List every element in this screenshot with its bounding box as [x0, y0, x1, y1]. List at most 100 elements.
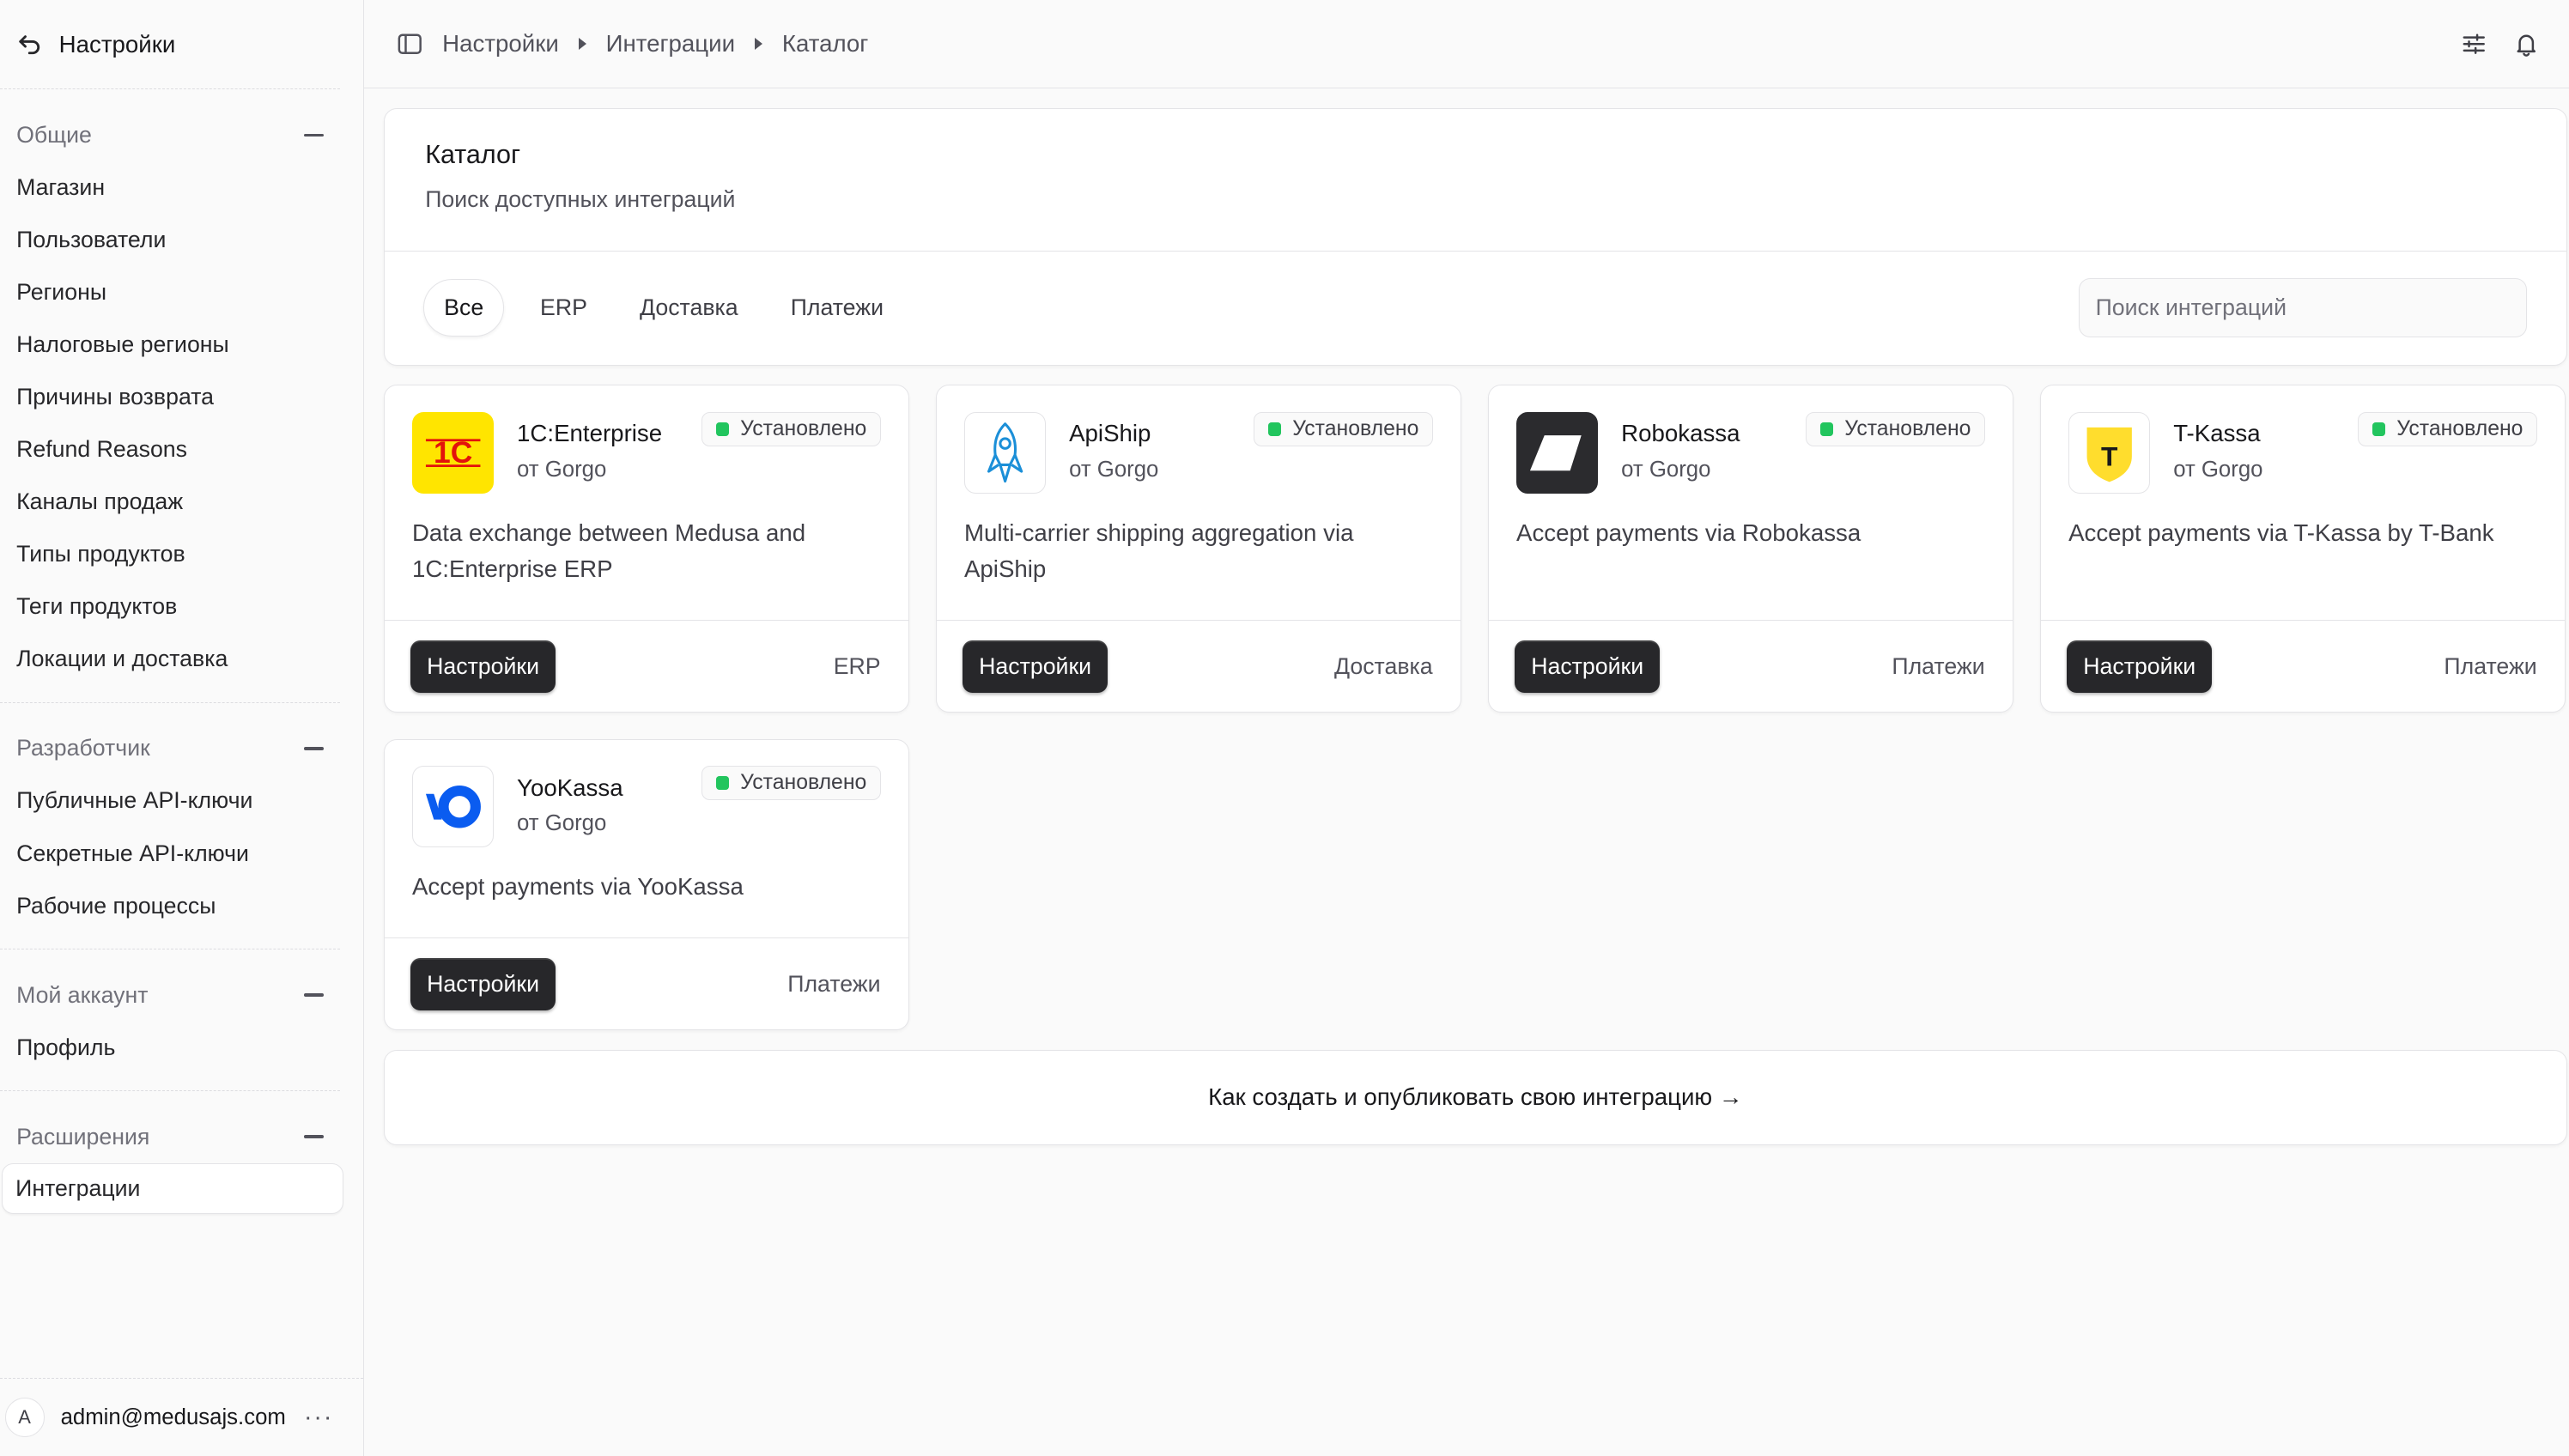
integration-name: ApiShip [1069, 420, 1151, 447]
integration-category: ERP [833, 652, 881, 679]
sidebar-item-store[interactable]: Магазин [0, 161, 363, 214]
integration-description: Accept payments via T-Kassa by T-Bank [2068, 519, 2494, 547]
integration-name: 1C:Enterprise [517, 420, 663, 447]
tab-erp[interactable]: ERP [514, 282, 614, 335]
sidebar-item-product-types[interactable]: Типы продуктов [0, 528, 363, 580]
sidebar-item-product-tags[interactable]: Теги продуктов [0, 580, 363, 633]
collapse-icon[interactable] [303, 993, 324, 997]
integration-card-robokassa[interactable]: Robokassa от Gorgo Установлено Accept pa… [1487, 385, 2014, 713]
integration-description: Data exchange between Medusa and 1C:Ente… [411, 519, 806, 583]
section-header-extensions[interactable]: Расширения [0, 1111, 363, 1163]
integration-category: Платежи [787, 970, 881, 997]
tkassa-logo: T [2068, 411, 2151, 494]
sidebar-item-refund-reasons[interactable]: Refund Reasons [0, 423, 363, 476]
section-title: Мой аккаунт [16, 981, 149, 1008]
integration-description: Multi-carrier shipping aggregation via A… [963, 519, 1354, 583]
status-badge: Установлено [2358, 411, 2537, 446]
how-to-publish-link[interactable]: Как создать и опубликовать свою интеграц… [383, 1050, 2568, 1145]
status-badge: Установлено [701, 766, 881, 801]
tab-all[interactable]: Все [423, 279, 505, 337]
sidebar-item-integrations[interactable]: Интеграции [1, 1162, 343, 1214]
topbar: Настройки Интеграции Каталог [363, 0, 2569, 89]
status-badge: Установлено [1806, 411, 1985, 446]
section-header-general[interactable]: Общие [0, 109, 363, 161]
settings-button[interactable]: Настройки [410, 640, 556, 693]
collapse-icon[interactable] [303, 747, 324, 750]
breadcrumb-catalog: Каталог [781, 30, 869, 58]
sidebar-item-tax-regions[interactable]: Налоговые регионы [0, 318, 363, 371]
catalog-header-card: Каталог Поиск доступных интеграций Все E… [383, 107, 2568, 366]
filter-bar: Все ERP Доставка Платежи [385, 252, 2567, 365]
settings-back-button[interactable]: Настройки [0, 0, 363, 88]
integration-name: T-Kassa [2173, 420, 2261, 447]
integrations-grid: 1С 1C:Enterprise от Gorgo Установлено Da… [383, 385, 2569, 1031]
user-email: admin@medusajs.com [60, 1404, 286, 1429]
integration-category: Доставка [1333, 652, 1433, 679]
integration-card-apiship[interactable]: ApiShip от Gorgo Установлено Multi-carri… [935, 385, 1462, 713]
status-dot-icon [1267, 422, 1281, 436]
section-developer: Разработчик Публичные API-ключи Секретны… [0, 703, 363, 949]
yookassa-logo-icon [411, 766, 495, 848]
chevron-right-icon [754, 38, 762, 51]
search-input[interactable] [2078, 278, 2528, 338]
sidebar-item-users[interactable]: Пользователи [0, 214, 363, 266]
sidebar-item-publishable-keys[interactable]: Публичные API-ключи [0, 774, 363, 827]
integration-name: Robokassa [1621, 420, 1740, 447]
integration-name: YooKassa [517, 774, 623, 801]
breadcrumb-integrations[interactable]: Интеграции [606, 30, 735, 58]
sidebar-item-secret-keys[interactable]: Секретные API-ключи [0, 828, 363, 880]
integration-category: Платежи [1892, 652, 1985, 679]
settings-button[interactable]: Настройки [1515, 640, 1661, 693]
section-header-account[interactable]: Мой аккаунт [0, 969, 363, 1022]
more-options-icon[interactable]: ··· [304, 1404, 333, 1432]
sliders-icon [2463, 33, 2486, 54]
status-text: Установлено [2396, 416, 2523, 440]
integration-author: от Gorgo [2173, 457, 2263, 482]
content: Каталог Поиск доступных интеграций Все E… [364, 88, 2569, 1145]
settings-button[interactable]: Настройки [963, 640, 1108, 693]
avatar: A [4, 1398, 45, 1437]
sidebar-item-profile[interactable]: Профиль [0, 1022, 363, 1074]
rocket-logo-icon [963, 411, 1047, 494]
breadcrumb: Настройки Интеграции Каталог [442, 30, 868, 58]
integration-description: Accept payments via YooKassa [411, 873, 744, 901]
collapse-icon[interactable] [303, 133, 324, 137]
user-menu[interactable]: A admin@medusajs.com ··· [0, 1377, 363, 1456]
chevron-right-icon [578, 38, 586, 51]
sidebar-item-workflows[interactable]: Рабочие процессы [0, 880, 363, 932]
status-dot-icon [715, 422, 729, 436]
section-header-developer[interactable]: Разработчик [0, 722, 363, 774]
status-dot-icon [2372, 422, 2385, 436]
section-account: Мой аккаунт Профиль [0, 949, 363, 1090]
tab-payments[interactable]: Платежи [764, 282, 909, 335]
collapse-icon[interactable] [303, 1135, 324, 1139]
section-general: Общие Магазин Пользователи Регионы Налог… [0, 89, 363, 701]
sidebar: Настройки Общие Магазин Пользователи Рег… [0, 0, 364, 1456]
integration-author: от Gorgo [517, 811, 607, 836]
status-text: Установлено [1844, 416, 1971, 440]
section-title: Расширения [16, 1123, 150, 1150]
integration-author: от Gorgo [1069, 457, 1159, 482]
sidebar-item-regions[interactable]: Регионы [0, 266, 363, 318]
status-text: Установлено [1292, 416, 1419, 440]
filter-settings-button[interactable] [2448, 17, 2500, 70]
back-arrow-icon [19, 35, 40, 55]
settings-button[interactable]: Настройки [2067, 640, 2213, 693]
sidebar-item-return-reasons[interactable]: Причины возврата [0, 371, 363, 423]
sidebar-item-sales-channels[interactable]: Каналы продаж [0, 476, 363, 528]
section-title: Общие [16, 121, 92, 148]
sidebar-toggle-icon[interactable] [397, 31, 423, 58]
sidebar-item-locations[interactable]: Локации и доставка [0, 633, 363, 685]
status-text: Установлено [740, 416, 867, 440]
page-subtitle: Поиск доступных интеграций [425, 186, 736, 213]
notifications-button[interactable] [2500, 17, 2553, 70]
tab-delivery[interactable]: Доставка [613, 282, 764, 335]
page-title: Каталог [425, 140, 521, 170]
main-area: Настройки Интеграции Каталог Каталог Пои… [363, 0, 2569, 1456]
integration-author: от Gorgo [1621, 457, 1711, 482]
breadcrumb-settings[interactable]: Настройки [442, 30, 559, 58]
integration-card-1c[interactable]: 1С 1C:Enterprise от Gorgo Установлено Da… [383, 385, 910, 713]
integration-card-tkassa[interactable]: T T-Kassa от Gorgo Установлено Accept pa… [2039, 385, 2566, 713]
settings-button[interactable]: Настройки [410, 957, 556, 1010]
integration-card-yookassa[interactable]: YooKassa от Gorgo Установлено Accept pay… [383, 738, 910, 1031]
